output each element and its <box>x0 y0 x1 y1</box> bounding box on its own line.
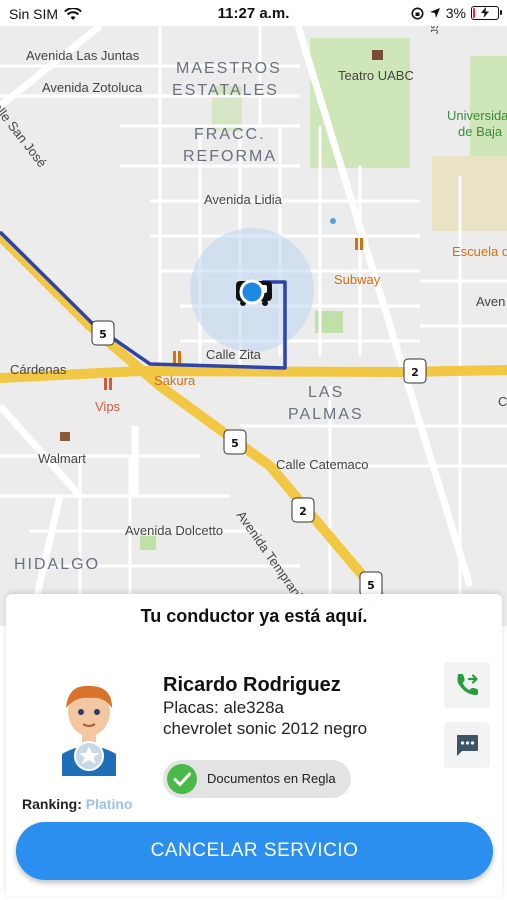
documents-badge: Documentos en Regla <box>163 760 351 798</box>
poi-dot <box>330 218 336 224</box>
driver-sheet: Tu conductor ya está aquí. Ranking: Plat… <box>6 594 502 896</box>
map-label: Cárdenas <box>10 362 67 377</box>
map-label: C <box>498 394 507 409</box>
map-label: MAESTROS <box>176 60 282 77</box>
highway-shield: 2 <box>291 497 315 523</box>
ranking-label: Ranking: <box>22 796 82 812</box>
map-label: Sakura <box>154 373 196 388</box>
map-label: Vips <box>95 399 121 414</box>
map-label: ESTATALES <box>172 82 279 99</box>
map-label: de Baja <box>458 124 503 139</box>
shield-label: 2 <box>411 366 419 379</box>
documents-label: Documentos en Regla <box>207 771 336 786</box>
sheet-title: Tu conductor ya está aquí. <box>140 606 368 626</box>
map-label: Teatro UABC <box>338 68 414 83</box>
driver-name: Ricardo Rodriguez <box>163 674 341 696</box>
shield-label: 5 <box>231 437 239 450</box>
shield-label: 2 <box>299 505 307 518</box>
map-label: Walmart <box>38 451 86 466</box>
map-label: Subway <box>334 272 381 287</box>
battery-charging-icon <box>471 6 502 20</box>
driver-avatar <box>44 676 134 776</box>
ranking-tier: Platino <box>85 796 133 812</box>
highway-shield: 5 <box>223 429 247 455</box>
ranking: Ranking: Platino <box>22 796 132 812</box>
map-label: REFORMA <box>183 148 277 165</box>
driver-plates: Placas: ale328a <box>163 698 284 717</box>
message-button[interactable] <box>444 722 490 768</box>
map-label: HIDALGO <box>14 556 101 573</box>
status-right: 3% <box>411 5 502 21</box>
highway-shield: 5 <box>91 320 115 346</box>
map-label: Avenida Las Juntas <box>26 48 140 63</box>
driver-vehicle: chevrolet sonic 2012 negro <box>163 719 368 738</box>
battery-fill <box>473 8 475 18</box>
restaurant-icon <box>173 351 181 363</box>
map-label: Calle Zita <box>206 347 261 362</box>
location-arrow-icon <box>429 8 440 18</box>
map-label: Avenida Dolcetto <box>125 523 224 538</box>
map-label: Avenida Lidia <box>204 192 282 207</box>
map-label: Avenida Zotoluca <box>42 80 143 95</box>
user-location-dot <box>239 279 265 305</box>
orientation-lock-icon <box>411 7 424 19</box>
map-label: FRACC. <box>194 126 266 143</box>
map-label: Aven <box>476 294 506 309</box>
restaurant-icon <box>104 378 112 390</box>
shield-label: 5 <box>99 328 107 341</box>
map-label: Escuela de <box>452 244 507 259</box>
check-circle-icon <box>167 764 197 794</box>
chat-bubble-icon <box>457 735 478 756</box>
call-button[interactable] <box>444 662 490 708</box>
map-view[interactable]: 5 2 5 2 5 Avenida Las Juntas Avenida Zot… <box>0 26 507 626</box>
theater-icon <box>372 50 383 60</box>
battery-percent: 3% <box>445 5 466 21</box>
map-label: PALMAS <box>288 406 364 423</box>
shield-label: 5 <box>367 579 375 592</box>
shopping-icon <box>60 432 70 441</box>
phone-forward-icon <box>457 674 478 695</box>
map-label: JSCO <box>430 26 441 34</box>
highway-shield: 5 <box>359 571 383 597</box>
highway-shield: 2 <box>403 358 427 384</box>
map-label: LAS <box>308 384 345 401</box>
status-bar: Sin SIM 11:27 a.m. 3% <box>0 0 507 26</box>
cancel-service-button[interactable]: CANCELAR SERVICIO <box>16 822 493 880</box>
map-label: Universidad <box>447 108 507 123</box>
map-label: Calle Catemaco <box>276 457 369 472</box>
